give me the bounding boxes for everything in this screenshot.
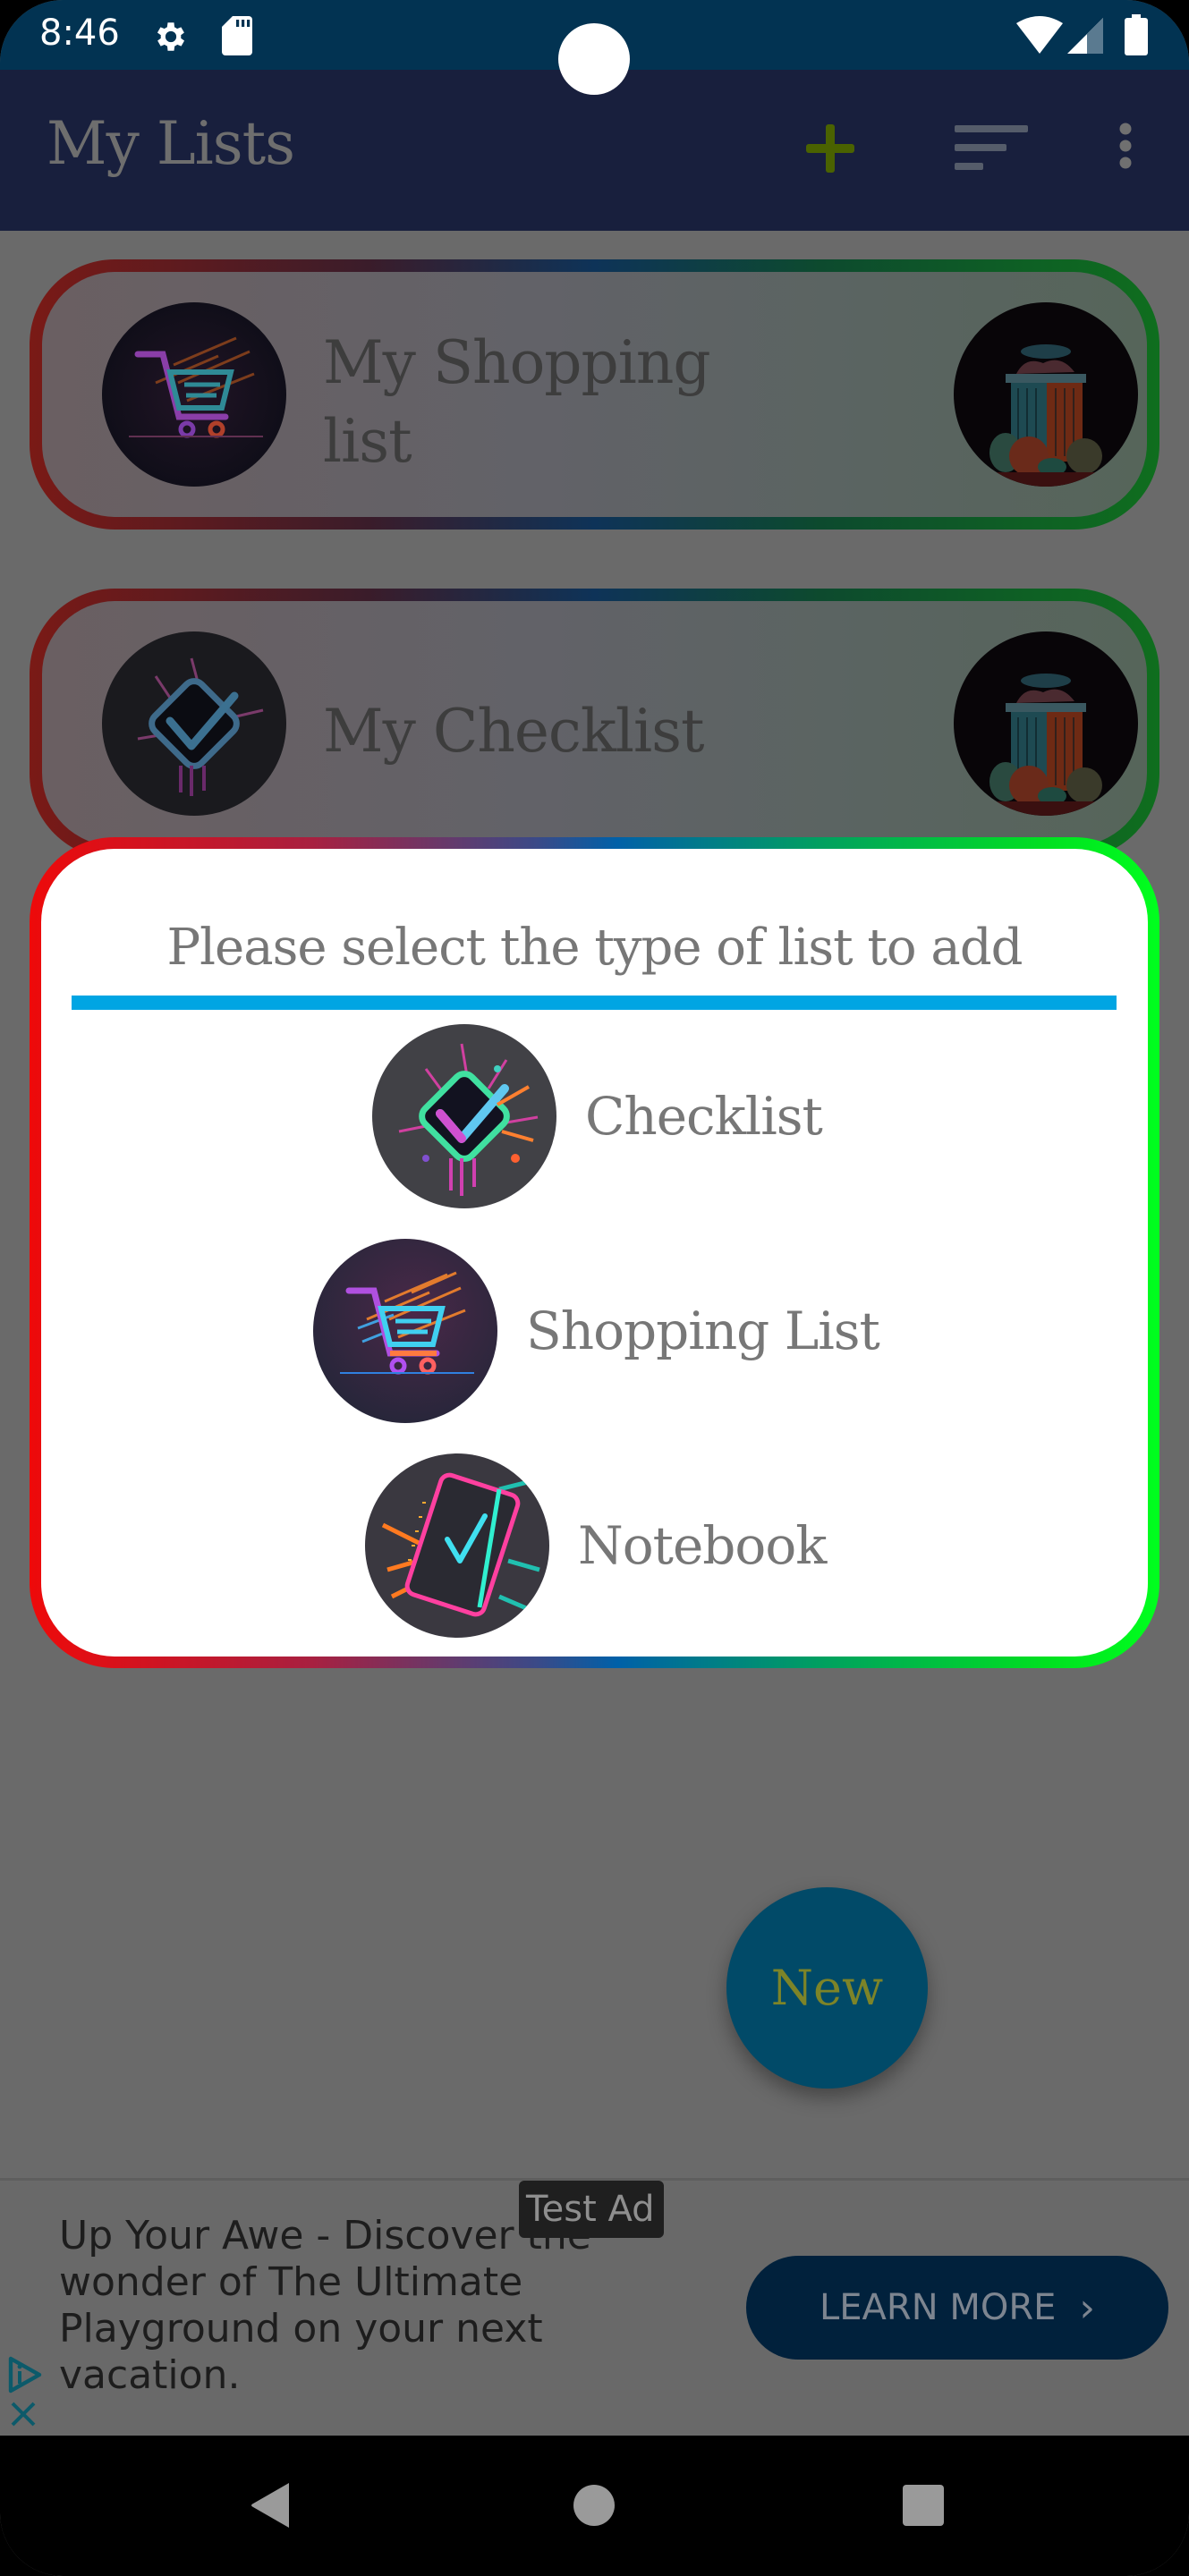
trash-bin-icon[interactable]	[954, 631, 1138, 816]
ad-text[interactable]: Up Your Awe - Discover the wonder of The…	[59, 2213, 632, 2399]
nav-recents-button[interactable]	[888, 2471, 959, 2543]
close-ad-icon[interactable]	[9, 2400, 38, 2432]
notebook-icon	[365, 1453, 549, 1638]
option-checklist[interactable]: Checklist	[372, 1024, 823, 1208]
system-nav-bar	[0, 2436, 1189, 2576]
plus-icon	[804, 123, 856, 178]
more-vertical-icon	[1118, 122, 1133, 179]
learn-more-button[interactable]: LEARN MORE ›	[746, 2256, 1168, 2360]
recents-square-icon	[902, 2484, 945, 2530]
add-list-button[interactable]	[786, 106, 875, 195]
shopping-cart-icon	[313, 1239, 497, 1423]
settings-gear-icon	[152, 18, 190, 59]
test-ad-badge: Test Ad	[519, 2181, 664, 2238]
list-title: My Shopping list	[323, 328, 711, 476]
more-options-button[interactable]	[1081, 106, 1170, 195]
option-label: Shopping List	[526, 1301, 880, 1361]
list-card-checklist[interactable]: My Checklist	[30, 589, 1159, 859]
list-title: My Checklist	[323, 697, 704, 766]
app-title: My Lists	[47, 109, 295, 178]
fab-label: New	[770, 1960, 884, 2016]
checklist-icon	[372, 1024, 556, 1208]
status-time: 8:46	[39, 13, 120, 54]
phone-screen: 8:46 My Lists My Shopping list My Checkl…	[0, 0, 1189, 2576]
dialog-title: Please select the type of list to add	[166, 919, 1023, 977]
back-triangle-icon	[250, 2481, 291, 2533]
shopping-cart-icon	[102, 302, 286, 487]
sd-card-icon	[222, 16, 252, 59]
dialog-divider	[72, 996, 1117, 1010]
chevron-right-icon: ›	[1079, 2284, 1096, 2331]
nav-back-button[interactable]	[234, 2471, 306, 2543]
trash-bin-icon[interactable]	[954, 302, 1138, 487]
nav-home-button[interactable]	[558, 2471, 630, 2543]
option-label: Notebook	[578, 1515, 827, 1576]
camera-cutout	[558, 23, 630, 95]
option-label: Checklist	[585, 1086, 823, 1147]
ad-choices-icon[interactable]	[7, 2355, 43, 2398]
learn-more-label: LEARN MORE	[819, 2287, 1057, 2328]
cell-signal-icon	[1067, 18, 1103, 57]
option-shopping-list[interactable]: Shopping List	[313, 1239, 880, 1423]
option-notebook[interactable]: Notebook	[365, 1453, 827, 1638]
wifi-icon	[1016, 16, 1063, 57]
new-list-fab[interactable]: New	[726, 1887, 928, 2089]
checklist-icon	[102, 631, 286, 816]
ad-banner[interactable]: Up Your Awe - Discover the wonder of The…	[0, 2178, 1189, 2436]
sort-icon	[951, 122, 1032, 179]
home-circle-icon	[573, 2484, 616, 2530]
sort-button[interactable]	[947, 106, 1036, 195]
list-card-shopping[interactable]: My Shopping list	[30, 259, 1159, 530]
select-list-type-dialog: Please select the type of list to add Ch…	[30, 837, 1159, 1668]
battery-icon	[1125, 14, 1148, 59]
